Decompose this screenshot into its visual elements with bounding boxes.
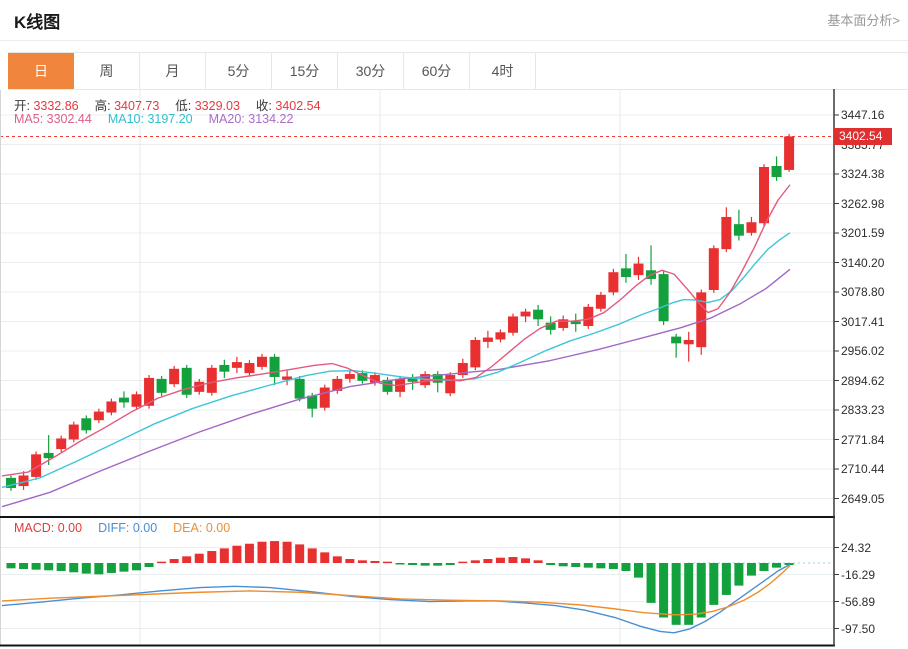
y-axis-label: 24.32 (841, 541, 871, 555)
y-axis-label: 3140.20 (841, 256, 884, 270)
y-axis-label: 3017.41 (841, 315, 884, 329)
y-axis-label: 2833.23 (841, 403, 884, 417)
y-axis-label: 2649.05 (841, 492, 884, 506)
legend-item: 低: 3329.03 (175, 99, 240, 113)
y-axis-label: 3078.80 (841, 285, 884, 299)
y-axis-label: -97.50 (841, 622, 875, 636)
y-axis-label: -16.29 (841, 568, 875, 582)
y-axis-label: 3201.59 (841, 226, 884, 240)
ma-legend: MA5: 3302.44 MA10: 3197.20 MA20: 3134.22 (14, 112, 309, 126)
y-axis-label: 3447.16 (841, 108, 884, 122)
ma10-line (2, 233, 790, 488)
macd-histogram (7, 541, 794, 625)
y-axis-label: 2771.84 (841, 433, 884, 447)
y-axis-label: 2956.02 (841, 344, 884, 358)
legend-item: DIFF: 0.00 (98, 521, 157, 535)
legend-item: MACD: 0.00 (14, 521, 82, 535)
legend-item: MA10: 3197.20 (108, 112, 193, 126)
legend-item: MA20: 3134.22 (209, 112, 294, 126)
legend-item: 高: 3407.73 (95, 99, 160, 113)
legend-item: 收: 3402.54 (256, 99, 321, 113)
legend-item: MA5: 3302.44 (14, 112, 92, 126)
y-axis-label: -56.89 (841, 595, 875, 609)
legend-item: DEA: 0.00 (173, 521, 230, 535)
candles-group (6, 134, 794, 491)
current-price-badge: 3402.54 (834, 128, 892, 145)
y-axis-label: 2710.44 (841, 462, 884, 476)
y-axis-label: 3262.98 (841, 197, 884, 211)
y-axis-label: 3324.38 (841, 167, 884, 181)
macd-legend: MACD: 0.00 DIFF: 0.00 DEA: 0.00 (14, 521, 246, 535)
y-axis-label: 2894.62 (841, 374, 884, 388)
legend-item: 开: 3332.86 (14, 99, 79, 113)
